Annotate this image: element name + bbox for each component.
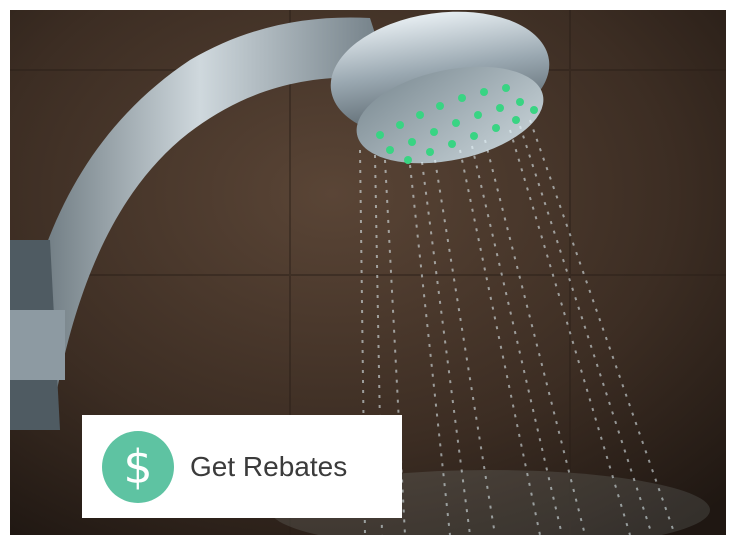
dollar-icon: $ (102, 430, 174, 503)
get-rebates-label: Get Rebates (190, 450, 348, 482)
get-rebates-button[interactable]: $ Get Rebates (82, 415, 402, 518)
hero-image-frame: $ Get Rebates (10, 10, 726, 535)
dollar-icon-glyph: $ (123, 439, 153, 494)
